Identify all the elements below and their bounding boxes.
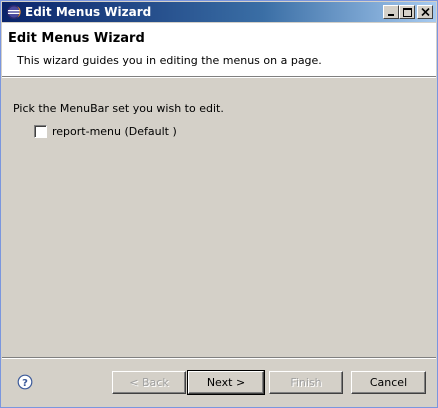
minimize-icon [388, 14, 394, 16]
cancel-button[interactable]: Cancel [351, 371, 426, 394]
report-menu-label: report-menu (Default ) [52, 125, 177, 138]
window-controls [383, 5, 433, 20]
back-button[interactable]: < Back [112, 371, 186, 394]
menubar-prompt: Pick the MenuBar set you wish to edit. [13, 102, 224, 115]
header-divider [2, 77, 436, 78]
eclipse-app-icon [6, 4, 22, 20]
finish-button[interactable]: Finish [269, 371, 343, 394]
menubar-option-report-menu[interactable]: report-menu (Default ) [34, 124, 177, 139]
help-icon[interactable]: ? [17, 374, 33, 390]
wizard-window: Edit Menus Wizard Edit Menus Wizard This… [0, 0, 438, 408]
maximize-button[interactable] [399, 5, 415, 19]
minimize-button[interactable] [383, 5, 399, 19]
title-bar[interactable]: Edit Menus Wizard [2, 2, 436, 22]
close-button[interactable] [417, 5, 433, 19]
maximize-icon [403, 8, 412, 17]
page-title: Edit Menus Wizard [8, 31, 145, 46]
next-button[interactable]: Next > [187, 370, 265, 395]
close-icon [421, 8, 430, 16]
svg-text:?: ? [22, 378, 28, 389]
wizard-header: Edit Menus Wizard This wizard guides you… [2, 23, 436, 77]
footer-divider [2, 357, 436, 359]
page-description: This wizard guides you in editing the me… [17, 54, 322, 67]
window-title: Edit Menus Wizard [25, 5, 152, 19]
report-menu-checkbox[interactable] [34, 125, 47, 138]
